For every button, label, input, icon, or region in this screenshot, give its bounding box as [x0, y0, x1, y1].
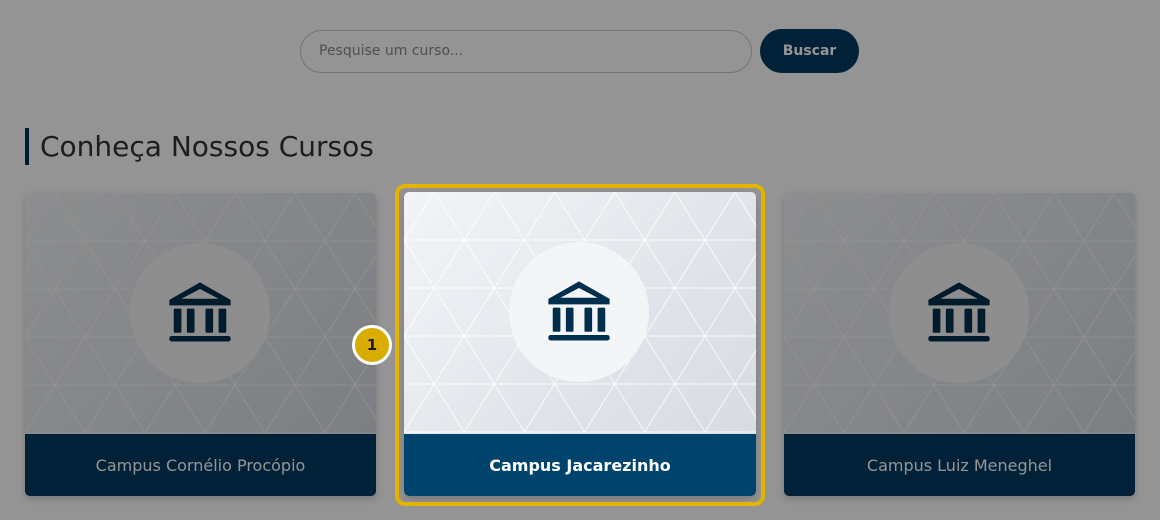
bank-icon [548, 281, 610, 341]
campus-card-jacarezinho[interactable]: Campus Jacarezinho [404, 192, 756, 496]
campus-card-cornelio-procopio[interactable]: Campus Cornélio Procópio [25, 193, 376, 496]
search-bar: Buscar [300, 29, 859, 73]
tour-step-marker[interactable]: 1 [352, 325, 392, 365]
icon-circle [889, 243, 1029, 383]
section-title: Conheça Nossos Cursos [25, 128, 374, 165]
campus-card-label: Campus Jacarezinho [404, 434, 756, 496]
campus-card-luiz-meneghel[interactable]: Campus Luiz Meneghel [784, 193, 1135, 496]
bank-icon [169, 282, 231, 342]
campus-card-label: Campus Luiz Meneghel [784, 434, 1135, 496]
search-button[interactable]: Buscar [760, 29, 859, 73]
campus-card-label: Campus Cornélio Procópio [25, 434, 376, 496]
icon-circle [130, 243, 270, 383]
bank-icon [928, 282, 990, 342]
search-input[interactable] [300, 29, 752, 73]
icon-circle [509, 242, 649, 382]
